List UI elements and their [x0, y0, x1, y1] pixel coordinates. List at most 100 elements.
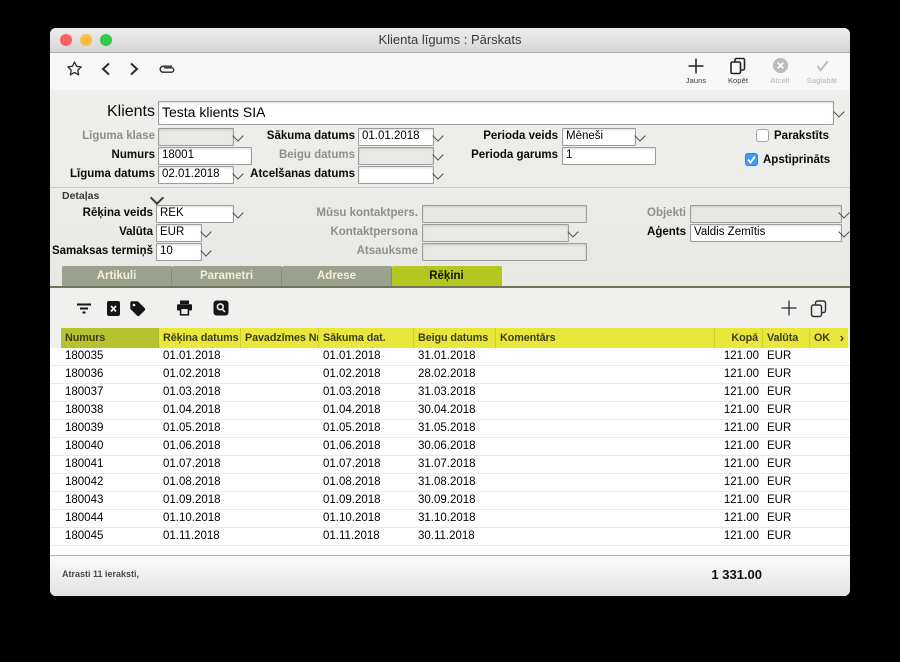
table-cell[interactable]: 01.07.2018 — [159, 456, 241, 473]
tag-icon[interactable] — [129, 300, 146, 317]
liguma-datums-field[interactable]: 02.01.2018 — [158, 166, 234, 184]
table-cell[interactable] — [810, 366, 848, 383]
zoom-window-button[interactable] — [100, 34, 112, 46]
rekina-veids-field[interactable]: REK — [156, 205, 234, 223]
table-cell[interactable] — [241, 402, 319, 419]
column-header[interactable]: Valūta — [763, 328, 810, 348]
table-cell[interactable]: 01.09.2018 — [319, 492, 414, 509]
filter-icon[interactable] — [76, 302, 92, 315]
table-cell[interactable]: 01.01.2018 — [159, 348, 241, 365]
table-cell[interactable] — [496, 474, 715, 491]
table-cell[interactable] — [810, 510, 848, 527]
add-row-plus-icon[interactable] — [779, 298, 799, 318]
atsauksme-field[interactable] — [422, 243, 587, 261]
column-header[interactable]: OK› — [810, 328, 848, 348]
table-cell[interactable] — [810, 384, 848, 401]
table-cell[interactable]: 01.01.2018 — [319, 348, 414, 365]
chevron-down-icon[interactable] — [232, 130, 243, 141]
table-cell[interactable]: 31.10.2018 — [414, 510, 496, 527]
table-cell[interactable]: 01.03.2018 — [159, 384, 241, 401]
table-cell[interactable]: 121.00 — [715, 492, 763, 509]
table-row[interactable]: 18003701.03.201801.03.201831.03.2018121.… — [50, 384, 850, 402]
table-cell[interactable]: 01.09.2018 — [159, 492, 241, 509]
back-icon[interactable] — [101, 62, 111, 76]
table-cell[interactable]: EUR — [763, 438, 810, 455]
table-cell[interactable]: 30.06.2018 — [414, 438, 496, 455]
table-cell[interactable]: 121.00 — [715, 366, 763, 383]
perioda-veids-field[interactable]: Mēneši — [562, 128, 636, 146]
table-cell[interactable] — [810, 474, 848, 491]
klients-field[interactable]: Testa klients SIA — [158, 101, 834, 125]
table-cell[interactable] — [496, 438, 715, 455]
table-cell[interactable] — [241, 438, 319, 455]
table-cell[interactable]: 01.05.2018 — [159, 420, 241, 437]
table-row[interactable]: 18004001.06.201801.06.201830.06.2018121.… — [50, 438, 850, 456]
table-cell[interactable] — [810, 438, 848, 455]
table-cell[interactable] — [810, 456, 848, 473]
table-cell[interactable]: 31.08.2018 — [414, 474, 496, 491]
table-cell[interactable]: 01.02.2018 — [319, 366, 414, 383]
detalas-section-header[interactable]: Detaļas — [62, 190, 99, 202]
table-cell[interactable]: EUR — [763, 348, 810, 365]
table-cell[interactable]: 180040 — [61, 438, 159, 455]
copy-rows-icon[interactable] — [809, 299, 828, 318]
table-cell[interactable]: 180043 — [61, 492, 159, 509]
table-cell[interactable]: 121.00 — [715, 420, 763, 437]
more-columns-indicator[interactable]: › — [840, 329, 844, 347]
table-cell[interactable] — [810, 348, 848, 365]
table-cell[interactable]: EUR — [763, 510, 810, 527]
table-cell[interactable] — [241, 510, 319, 527]
table-cell[interactable]: 121.00 — [715, 474, 763, 491]
objekti-field[interactable] — [690, 205, 842, 223]
table-cell[interactable]: 01.02.2018 — [159, 366, 241, 383]
table-cell[interactable] — [810, 528, 848, 545]
tab-rēķini[interactable]: Rēķini — [392, 266, 502, 286]
table-cell[interactable]: 180041 — [61, 456, 159, 473]
column-header[interactable]: Sākuma dat. — [319, 328, 414, 348]
numurs-field[interactable]: 18001 — [158, 147, 252, 165]
chevron-down-icon[interactable] — [567, 226, 578, 237]
agents-field[interactable]: Valdis Zemītis — [690, 224, 842, 242]
table-cell[interactable]: 28.02.2018 — [414, 366, 496, 383]
musu-kontaktpers-field[interactable] — [422, 205, 587, 223]
chevron-down-icon[interactable] — [232, 207, 243, 218]
table-row[interactable]: 18003501.01.201801.01.201831.01.2018121.… — [50, 348, 850, 366]
saglabāt-button[interactable]: Saglabāt — [802, 56, 842, 85]
valuta-field[interactable]: EUR — [156, 224, 202, 242]
preview-search-icon[interactable] — [213, 300, 229, 316]
column-header[interactable]: Komentārs — [496, 328, 715, 348]
chevron-down-icon[interactable] — [833, 106, 844, 117]
table-cell[interactable]: 121.00 — [715, 348, 763, 365]
table-cell[interactable]: 01.07.2018 — [319, 456, 414, 473]
table-cell[interactable]: 01.10.2018 — [159, 510, 241, 527]
tab-adrese[interactable]: Adrese — [282, 266, 392, 286]
column-header[interactable]: Rēķina datums — [159, 328, 241, 348]
table-cell[interactable]: 31.01.2018 — [414, 348, 496, 365]
table-cell[interactable] — [496, 420, 715, 437]
chevron-down-icon[interactable] — [432, 130, 443, 141]
titlebar[interactable]: Klienta līgums : Pārskats — [50, 28, 850, 53]
table-cell[interactable] — [241, 366, 319, 383]
table-cell[interactable] — [496, 492, 715, 509]
disclosure-chevron-icon[interactable] — [150, 191, 164, 205]
chevron-down-icon[interactable] — [432, 168, 443, 179]
kopēt-button[interactable]: Kopēt — [718, 56, 758, 85]
table-row[interactable]: 18004301.09.201801.09.201830.09.2018121.… — [50, 492, 850, 510]
table-cell[interactable]: 01.04.2018 — [319, 402, 414, 419]
table-cell[interactable] — [241, 474, 319, 491]
print-icon[interactable] — [176, 300, 193, 316]
table-cell[interactable]: 01.06.2018 — [319, 438, 414, 455]
table-cell[interactable] — [810, 492, 848, 509]
table-cell[interactable]: 30.09.2018 — [414, 492, 496, 509]
table-cell[interactable] — [241, 456, 319, 473]
perioda-garums-field[interactable]: 1 — [562, 147, 656, 165]
atcelt-button[interactable]: Atcelt — [760, 56, 800, 85]
table-cell[interactable]: 180038 — [61, 402, 159, 419]
table-row[interactable]: 18003601.02.201801.02.201828.02.2018121.… — [50, 366, 850, 384]
table-cell[interactable]: 01.08.2018 — [159, 474, 241, 491]
parakstits-checkbox[interactable] — [756, 129, 769, 142]
table-cell[interactable] — [241, 528, 319, 545]
table-cell[interactable]: 180037 — [61, 384, 159, 401]
chevron-down-icon[interactable] — [432, 149, 443, 160]
column-header[interactable]: Numurs — [61, 328, 159, 348]
